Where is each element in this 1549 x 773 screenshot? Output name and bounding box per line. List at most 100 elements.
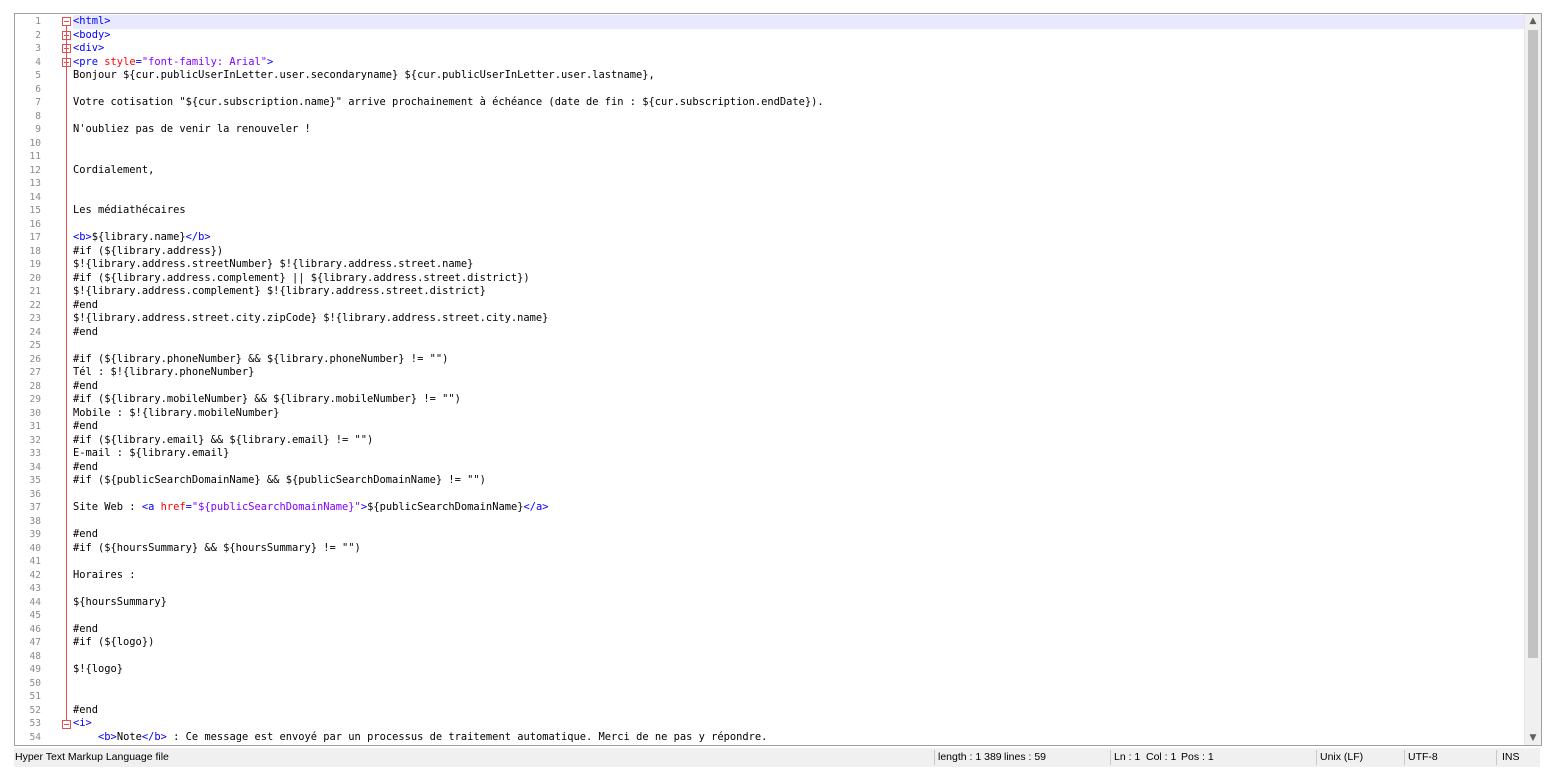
status-pos: Pos : 1 — [1181, 751, 1214, 763]
code-line[interactable]: #if (${library.address}) — [73, 245, 1525, 259]
code-line[interactable]: <div> — [73, 42, 1525, 56]
code-line[interactable]: #end — [73, 380, 1525, 394]
line-number-text: 7 — [35, 97, 41, 108]
code-line[interactable]: <pre style="font-family: Arial"> — [73, 56, 1525, 70]
line-number-text: 4 — [35, 56, 41, 68]
code-line[interactable] — [73, 177, 1525, 191]
code-line[interactable]: #if (${library.mobileNumber} && ${librar… — [73, 393, 1525, 407]
code-line[interactable]: #if (${library.address.complement} || ${… — [73, 272, 1525, 286]
code-line-text: $!{library.address.street.city.zipCode} … — [73, 312, 549, 324]
status-ln: Ln : 1 — [1114, 751, 1141, 763]
status-separator — [1316, 750, 1317, 765]
code-line-text: <div> — [73, 42, 105, 54]
line-number-text: 13 — [29, 178, 41, 189]
code-line[interactable] — [73, 137, 1525, 151]
code-line[interactable]: #end — [73, 299, 1525, 313]
line-number-text: 17 — [29, 232, 41, 243]
code-line-text: <pre style="font-family: Arial"> — [73, 55, 274, 68]
line-number-text: 22 — [29, 299, 41, 311]
code-line[interactable] — [73, 609, 1525, 623]
code-line[interactable]: #if (${library.phoneNumber} && ${library… — [73, 353, 1525, 367]
code-line[interactable]: $!{library.address.streetNumber} $!{libr… — [73, 258, 1525, 272]
line-number-text: 12 — [29, 164, 41, 176]
line-number: 18 — [15, 245, 59, 259]
code-line[interactable] — [73, 110, 1525, 124]
fold-toggle-icon[interactable] — [62, 720, 71, 729]
fold-toggle-icon[interactable] — [62, 17, 71, 26]
code-line[interactable]: Tél : $!{library.phoneNumber} — [73, 366, 1525, 380]
code-line[interactable] — [73, 150, 1525, 164]
code-line[interactable]: #end — [73, 704, 1525, 718]
line-number-text: 38 — [29, 515, 41, 527]
line-number-text: 35 — [29, 475, 41, 486]
code-line[interactable]: #end — [73, 623, 1525, 637]
code-line[interactable] — [73, 690, 1525, 704]
code-line-text: E-mail : ${library.email} — [73, 447, 230, 459]
code-line[interactable]: #if (${publicSearchDomainName} && ${publ… — [73, 474, 1525, 488]
code-line-text: #if (${library.mobileNumber} && ${librar… — [73, 393, 461, 405]
code-line[interactable]: ${hoursSummary} — [73, 596, 1525, 610]
line-number: 28 — [15, 380, 59, 394]
line-number: 30 — [15, 407, 59, 421]
vertical-scrollbar[interactable]: ▲ ▼ — [1524, 14, 1541, 745]
code-line[interactable]: Site Web : <a href="${publicSearchDomain… — [73, 501, 1525, 515]
code-line[interactable]: Cordialement, — [73, 164, 1525, 178]
code-line[interactable]: #if (${logo}) — [73, 636, 1525, 650]
scrollbar-thumb[interactable] — [1528, 30, 1538, 658]
code-line[interactable]: #if (${hoursSummary} && ${hoursSummary} … — [73, 542, 1525, 556]
line-number: 9 — [15, 123, 59, 137]
chevron-down-icon[interactable]: ▼ — [1525, 731, 1541, 745]
code-line[interactable]: #end — [73, 326, 1525, 340]
line-number-text: 11 — [29, 151, 41, 162]
line-number: 49 — [15, 663, 59, 677]
line-number-text: 40 — [29, 542, 41, 554]
code-line[interactable]: $!{library.address.street.city.zipCode} … — [73, 312, 1525, 326]
code-line-text: Votre cotisation "${cur.subscription.nam… — [73, 96, 824, 108]
code-line[interactable] — [73, 650, 1525, 664]
line-number-text: 16 — [29, 218, 41, 230]
line-number: 41 — [15, 555, 59, 569]
code-line[interactable]: Les médiathécaires — [73, 204, 1525, 218]
code-line[interactable]: Mobile : $!{library.mobileNumber} — [73, 407, 1525, 421]
line-number-text: 26 — [29, 353, 41, 365]
code-line[interactable]: $!{logo} — [73, 663, 1525, 677]
code-line[interactable]: N'oubliez pas de venir la renouveler ! — [73, 123, 1525, 137]
code-line[interactable] — [73, 83, 1525, 97]
code-line[interactable]: Votre cotisation "${cur.subscription.nam… — [73, 96, 1525, 110]
line-number-text: 30 — [29, 407, 41, 419]
code-line[interactable]: E-mail : ${library.email} — [73, 447, 1525, 461]
status-file-type: Hyper Text Markup Language file — [15, 751, 169, 763]
current-code-line[interactable]: <html> — [73, 15, 1525, 29]
code-text-area[interactable]: <html> <body> <div> <pre style="font-family… — [73, 14, 1525, 745]
code-editor[interactable]: 1 2 3 4 5 6 7 8 9 10 11 12 13 14 15 16 17 18 19 20 21 22 23 24 2… — [14, 13, 1542, 746]
status-encoding: UTF-8 — [1408, 751, 1438, 763]
code-line[interactable]: #end — [73, 420, 1525, 434]
code-line[interactable] — [73, 582, 1525, 596]
code-line[interactable] — [73, 488, 1525, 502]
code-line[interactable] — [73, 339, 1525, 353]
line-number: 54 — [15, 731, 59, 745]
code-line[interactable]: Bonjour ${cur.publicUserInLetter.user.se… — [73, 69, 1525, 83]
chevron-up-icon[interactable]: ▲ — [1525, 14, 1541, 28]
code-line[interactable]: #end — [73, 461, 1525, 475]
code-line[interactable]: <i> — [73, 717, 1525, 731]
code-line[interactable] — [73, 555, 1525, 569]
code-line[interactable]: Horaires : — [73, 569, 1525, 583]
code-line[interactable] — [73, 677, 1525, 691]
code-line[interactable]: $!{library.address.complement} $!{librar… — [73, 285, 1525, 299]
code-line-text: #end — [73, 420, 99, 432]
code-line[interactable]: #end — [73, 528, 1525, 542]
code-line[interactable] — [73, 515, 1525, 529]
status-bar: Hyper Text Markup Language file length :… — [14, 748, 1540, 767]
code-line[interactable] — [73, 218, 1525, 232]
code-line[interactable] — [73, 191, 1525, 205]
code-line[interactable]: <b>${library.name}</b> — [73, 231, 1525, 245]
code-line[interactable]: <body> — [73, 29, 1525, 43]
line-number-text: 24 — [29, 326, 41, 338]
code-line-text: $!{library.address.complement} $!{librar… — [73, 285, 486, 297]
code-line[interactable]: <b>Note</b> : Ce message est envoyé par … — [73, 731, 1525, 745]
code-line[interactable]: #if (${library.email} && ${library.email… — [73, 434, 1525, 448]
line-number-text: 51 — [29, 691, 41, 702]
code-line-text: Cordialement, — [73, 163, 155, 176]
line-number-text: 5 — [35, 70, 41, 81]
